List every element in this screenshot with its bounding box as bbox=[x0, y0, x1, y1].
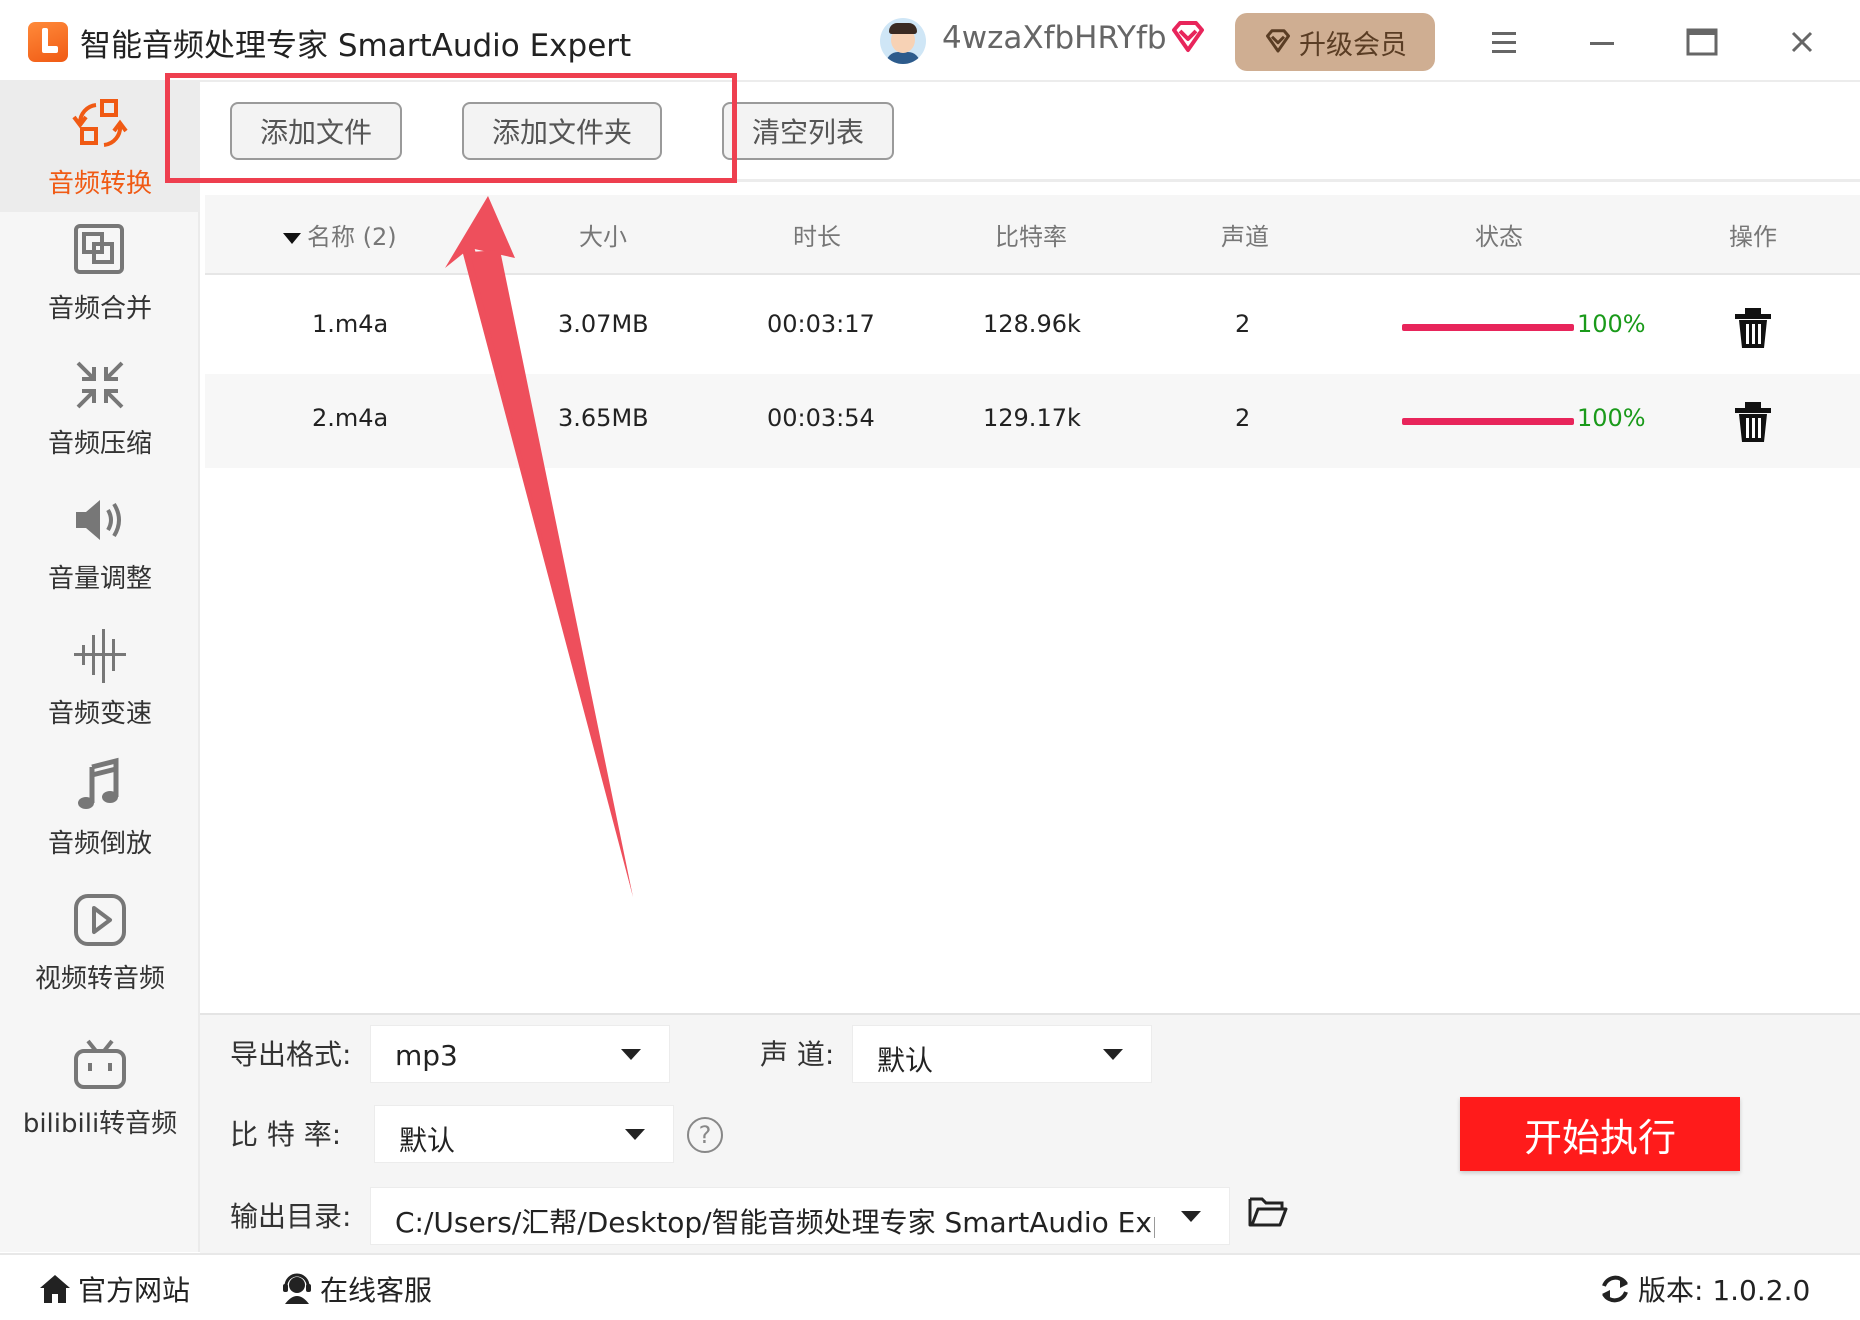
bilibili-icon bbox=[74, 1039, 126, 1089]
column-header-size: 大小 bbox=[579, 223, 627, 251]
help-icon[interactable]: ? bbox=[687, 1117, 723, 1153]
progress-percent: 100% bbox=[1577, 404, 1646, 432]
file-channels: 2 bbox=[1235, 310, 1251, 338]
app-title: 智能音频处理专家 SmartAudio Expert bbox=[80, 28, 632, 64]
highlight-annotation bbox=[165, 73, 737, 183]
online-support-link[interactable]: 在线客服 bbox=[280, 1269, 432, 1309]
file-size: 3.65MB bbox=[558, 404, 649, 432]
column-header-status: 状态 bbox=[1475, 223, 1523, 251]
footer: 官方网站 在线客服 版本: 1.0.2.0 bbox=[0, 1253, 1860, 1320]
sidebar: 音频转换 音频合并 音频压缩 音量调整 音频变速 音频倒放 视频转音频 bili… bbox=[0, 82, 200, 1252]
website-label: 官方网站 bbox=[78, 1274, 191, 1307]
progress-bar bbox=[1402, 324, 1574, 331]
maximize-icon[interactable] bbox=[1682, 22, 1722, 62]
format-select[interactable]: mp3 bbox=[370, 1025, 670, 1083]
refresh-icon bbox=[1602, 1275, 1628, 1303]
vip-diamond-icon bbox=[1172, 21, 1204, 52]
progress-bar bbox=[1402, 418, 1574, 425]
file-bitrate: 129.17k bbox=[983, 404, 1081, 432]
output-dir-value: C:/Users/汇帮/Desktop/智能音频处理专家 SmartAudio … bbox=[395, 1206, 1155, 1239]
start-button[interactable]: 开始执行 bbox=[1460, 1097, 1740, 1171]
column-header-name-label: 名称 (2) bbox=[307, 223, 397, 251]
version-info[interactable]: 版本: 1.0.2.0 bbox=[1598, 1269, 1810, 1309]
trash-icon[interactable] bbox=[1733, 400, 1773, 444]
support-label: 在线客服 bbox=[320, 1274, 433, 1307]
settings-panel: 导出格式: mp3 声 道: 默认 比 特 率: 默认 ? 输出目录: C:/U… bbox=[200, 1013, 1860, 1253]
official-website-link[interactable]: 官方网站 bbox=[38, 1269, 190, 1309]
column-header-channels: 声道 bbox=[1221, 223, 1269, 251]
file-duration: 00:03:54 bbox=[767, 404, 875, 432]
table-row[interactable]: 2.m4a 3.65MB 00:03:54 129.17k 2 100% bbox=[205, 374, 1860, 468]
compress-icon bbox=[76, 361, 124, 408]
speed-icon bbox=[74, 628, 126, 683]
file-name: 2.m4a bbox=[312, 404, 389, 432]
title-bar: 智能音频处理专家 SmartAudio Expert 4wzaXfbHRYfb … bbox=[0, 0, 1860, 82]
sidebar-item-label: 音频压缩 bbox=[47, 428, 152, 459]
chevron-down-icon bbox=[621, 1049, 641, 1060]
file-name: 1.m4a bbox=[312, 310, 389, 338]
sidebar-item-bilibili[interactable]: bilibili转音频 bbox=[0, 1022, 200, 1152]
sidebar-item-label: 视频转音频 bbox=[34, 963, 165, 994]
sidebar-item-compress[interactable]: 音频压缩 bbox=[0, 342, 200, 472]
convert-icon bbox=[72, 98, 128, 147]
table-row[interactable]: 1.m4a 3.07MB 00:03:17 128.96k 2 100% bbox=[205, 280, 1860, 374]
chevron-down-icon bbox=[1103, 1049, 1123, 1060]
sidebar-item-label: 音频合并 bbox=[47, 293, 152, 324]
sidebar-item-speed[interactable]: 音频变速 bbox=[0, 612, 200, 742]
close-icon[interactable] bbox=[1782, 22, 1822, 62]
sort-down-icon bbox=[283, 232, 301, 244]
version-label: 版本: 1.0.2.0 bbox=[1638, 1274, 1811, 1307]
sidebar-item-label: 音频转换 bbox=[47, 168, 152, 199]
bitrate-label: 比 特 率: bbox=[230, 1118, 342, 1151]
trash-icon[interactable] bbox=[1733, 306, 1773, 350]
column-header-name[interactable]: 名称 (2) bbox=[283, 217, 397, 252]
sidebar-item-label: 音量调整 bbox=[47, 563, 152, 594]
sidebar-item-label: 音频倒放 bbox=[47, 828, 152, 859]
bitrate-value: 默认 bbox=[399, 1124, 456, 1157]
minimize-icon[interactable] bbox=[1582, 22, 1622, 62]
file-size: 3.07MB bbox=[558, 310, 649, 338]
hamburger-menu-icon[interactable] bbox=[1484, 22, 1524, 62]
format-label: 导出格式: bbox=[230, 1038, 352, 1071]
volume-icon bbox=[76, 499, 121, 540]
format-value: mp3 bbox=[395, 1039, 458, 1072]
sidebar-item-video-to-audio[interactable]: 视频转音频 bbox=[0, 877, 200, 1007]
output-dir-select[interactable]: C:/Users/汇帮/Desktop/智能音频处理专家 SmartAudio … bbox=[370, 1187, 1230, 1245]
chevron-down-icon bbox=[625, 1129, 645, 1140]
music-note-icon bbox=[78, 757, 119, 809]
sidebar-item-volume[interactable]: 音量调整 bbox=[0, 477, 200, 607]
video-play-icon bbox=[74, 893, 126, 946]
channel-select[interactable]: 默认 bbox=[852, 1025, 1152, 1083]
app-window: 智能音频处理专家 SmartAudio Expert 4wzaXfbHRYfb … bbox=[0, 0, 1860, 1320]
upgrade-vip-button[interactable]: 升级会员 bbox=[1235, 13, 1435, 71]
file-channels: 2 bbox=[1235, 404, 1251, 432]
file-duration: 00:03:17 bbox=[767, 310, 875, 338]
column-header-action: 操作 bbox=[1729, 223, 1777, 251]
chevron-down-icon bbox=[1181, 1211, 1201, 1222]
channel-value: 默认 bbox=[877, 1044, 934, 1077]
sidebar-item-reverse[interactable]: 音频倒放 bbox=[0, 742, 200, 872]
clear-list-button[interactable]: 清空列表 bbox=[722, 102, 894, 160]
sidebar-item-label: 音频变速 bbox=[47, 698, 152, 729]
user-avatar[interactable] bbox=[880, 18, 926, 64]
channel-label: 声 道: bbox=[760, 1038, 835, 1071]
file-table-header: 名称 (2) 大小 时长 比特率 声道 状态 操作 bbox=[205, 195, 1860, 275]
diamond-icon bbox=[1266, 29, 1290, 53]
file-bitrate: 128.96k bbox=[983, 310, 1081, 338]
output-label: 输出目录: bbox=[230, 1200, 352, 1233]
open-folder-icon[interactable] bbox=[1248, 1193, 1288, 1229]
bitrate-select[interactable]: 默认 bbox=[374, 1105, 674, 1163]
app-logo-icon bbox=[28, 22, 68, 62]
sidebar-item-merge[interactable]: 音频合并 bbox=[0, 207, 200, 337]
username[interactable]: 4wzaXfbHRYfb bbox=[942, 20, 1167, 56]
column-header-duration: 时长 bbox=[793, 223, 841, 251]
upgrade-label: 升级会员 bbox=[1299, 29, 1407, 61]
merge-icon bbox=[74, 223, 124, 274]
column-header-bitrate: 比特率 bbox=[995, 223, 1067, 251]
home-icon bbox=[40, 1275, 70, 1303]
progress-percent: 100% bbox=[1577, 310, 1646, 338]
sidebar-item-label: bilibili转音频 bbox=[22, 1108, 178, 1139]
headset-icon bbox=[283, 1273, 311, 1304]
